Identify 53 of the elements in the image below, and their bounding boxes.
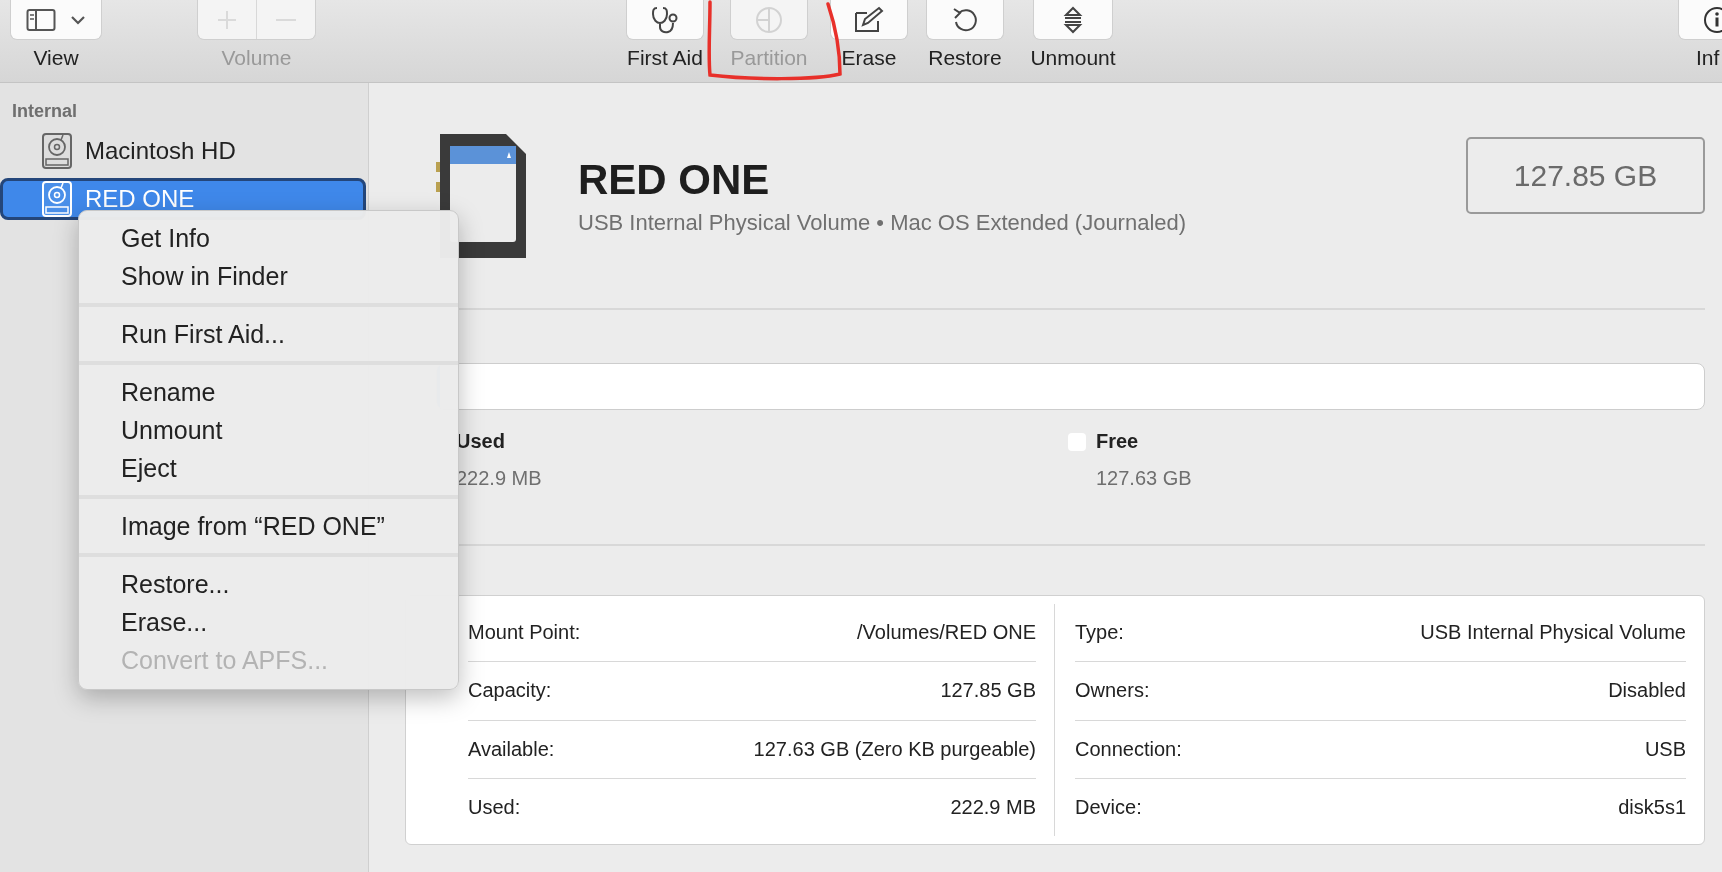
pencil-icon <box>853 4 885 35</box>
menu-item[interactable]: Image from “RED ONE” <box>79 507 458 545</box>
info-label: Owners: <box>1075 679 1150 703</box>
restore-button[interactable] <box>926 0 1004 40</box>
legend-label: Free <box>1096 430 1140 453</box>
capacity-badge: 127.85 GB <box>1466 137 1705 214</box>
section-header: Internal <box>11 101 77 122</box>
sidebar-item[interactable]: Macintosh HD <box>0 130 366 172</box>
unmount-button[interactable] <box>1033 0 1113 40</box>
view-button[interactable] <box>10 0 102 40</box>
volume-name: RED ONE <box>578 155 771 204</box>
toolbar-label: Inf <box>1696 46 1720 70</box>
chevron-icon <box>70 14 86 25</box>
info-value: USB <box>1644 737 1686 761</box>
volume-description: USB Internal Physical Volume • Mac OS Extended (Journaled) <box>578 209 1188 236</box>
menu-item[interactable]: Rename <box>79 373 458 411</box>
info-label: Type: <box>1075 621 1124 645</box>
info-label: Connection: <box>1075 737 1182 761</box>
info-label: Mount Point: <box>468 621 581 645</box>
erase-button[interactable] <box>830 0 908 40</box>
info-value: disk5s1 <box>1618 795 1686 819</box>
menu-item[interactable]: Restore... <box>79 565 458 603</box>
toolbar-label: First Aid <box>627 46 703 70</box>
info-value: USB Internal Physical Volume <box>1420 621 1686 645</box>
hard-drive-icon <box>41 180 73 218</box>
menu-item[interactable]: Show in Finder <box>79 257 458 295</box>
hard-drive-icon <box>41 132 73 170</box>
info-label: Available: <box>468 737 555 761</box>
menu-item[interactable]: Get Info <box>79 219 458 257</box>
menu-item[interactable]: Eject <box>79 449 458 487</box>
toolbar-label: Restore <box>928 46 1002 70</box>
menu-item[interactable]: Unmount <box>79 411 458 449</box>
info-value: Disabled <box>1608 679 1686 703</box>
menu-item[interactable]: Erase... <box>79 603 458 641</box>
pie-icon <box>754 4 784 35</box>
info-label: Used: <box>468 795 521 819</box>
toolbar-label: Volume <box>221 46 292 70</box>
info-value: /Volumes/RED ONE <box>857 621 1036 645</box>
plus-icon <box>216 8 238 31</box>
info-label: Device: <box>1075 795 1142 819</box>
toolbar-label: Partition <box>730 46 808 70</box>
info-label: Capacity: <box>468 679 552 703</box>
legend-value: 127.63 GB <box>1096 467 1193 490</box>
sidebar-icon <box>26 7 56 32</box>
toolbar-label: Unmount <box>1030 46 1116 70</box>
info-value: 127.85 GB <box>940 679 1036 703</box>
firstaid-button[interactable] <box>626 0 704 40</box>
stethoscope-icon <box>650 4 680 35</box>
menu-item[interactable]: Run First Aid... <box>79 315 458 353</box>
toolbar-label: View <box>33 46 79 70</box>
info-value: 222.9 MB <box>950 795 1036 819</box>
toolbar-label: Erase <box>841 46 897 70</box>
info-value: 127.63 GB (Zero KB purgeable) <box>753 737 1036 761</box>
